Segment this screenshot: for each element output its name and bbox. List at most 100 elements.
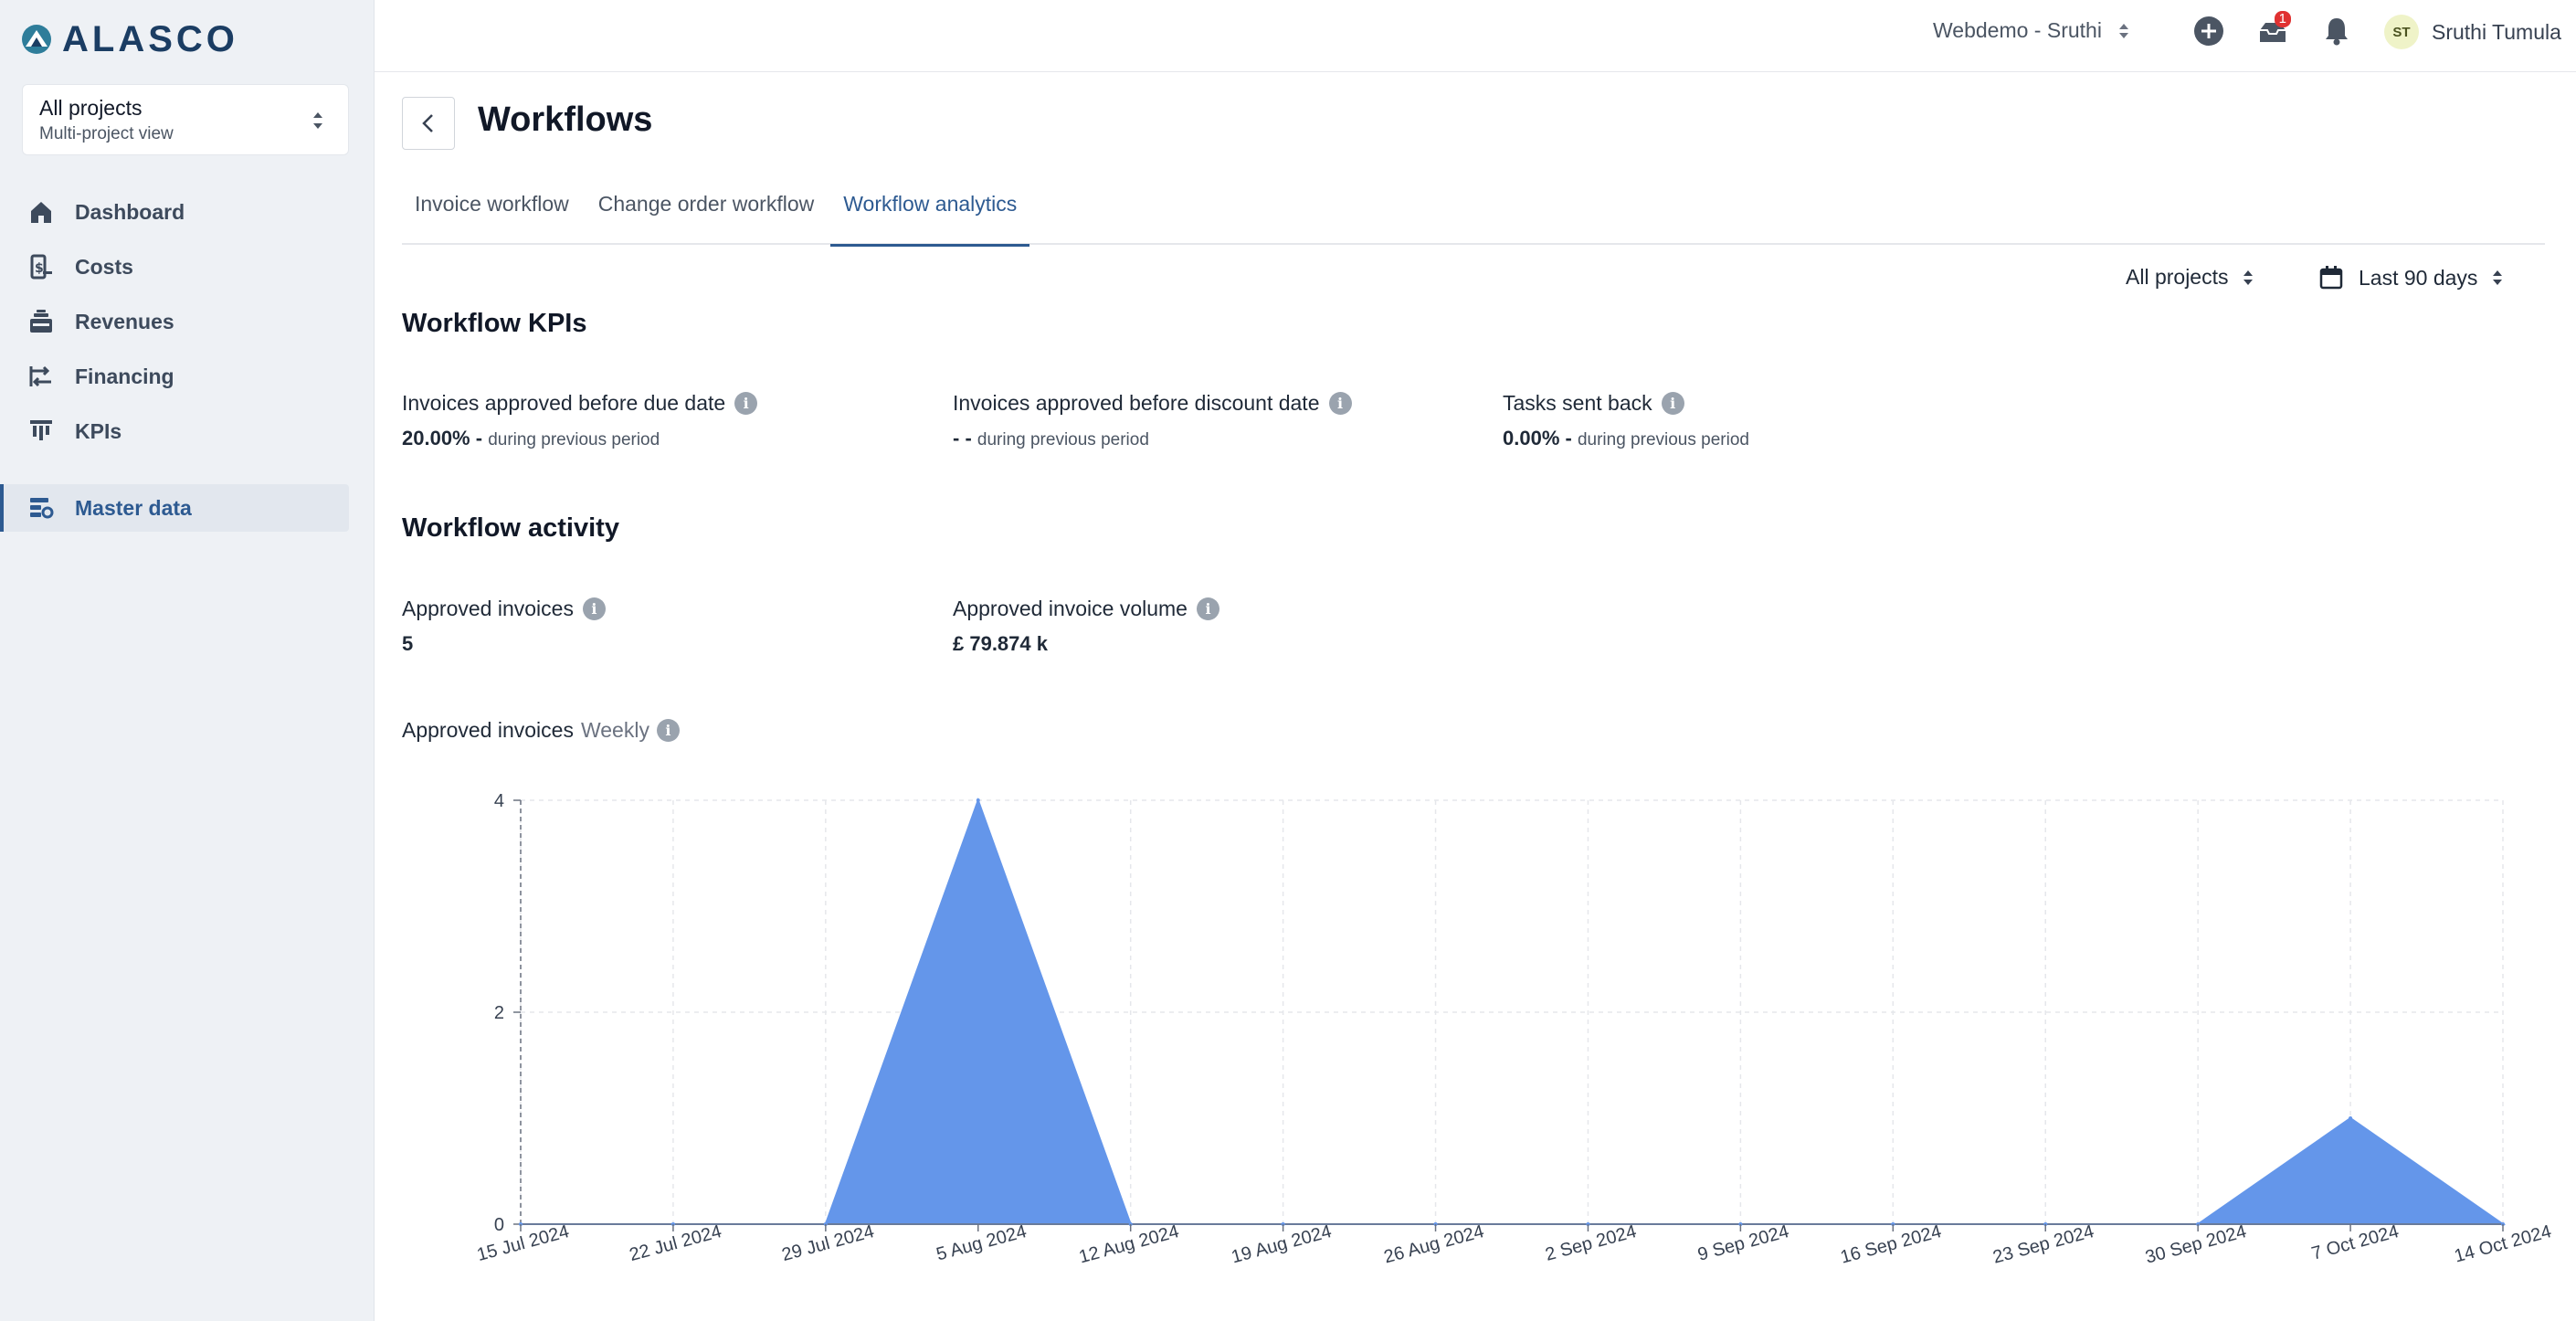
period-filter-value: Last 90 days xyxy=(2359,265,2478,290)
top-bar: Webdemo - Sruthi 1 ST Sruthi Tumula xyxy=(375,0,2576,72)
kpi-value: 20.00% xyxy=(402,427,470,449)
sort-caret-icon xyxy=(313,112,322,129)
user-name: Sruthi Tumula xyxy=(2432,19,2561,44)
activity-value: 5 xyxy=(402,632,414,655)
revenues-icon xyxy=(30,310,52,333)
kpi-approved-before-discount-date: Invoices approved before discount date i … xyxy=(953,391,1352,450)
sort-caret-icon xyxy=(2118,23,2128,38)
nav-item-label: Financing xyxy=(75,364,174,388)
nav-item-label: Costs xyxy=(75,254,133,279)
info-icon[interactable]: i xyxy=(1661,392,1684,415)
x-tick-label: 12 Aug 2024 xyxy=(1077,1221,1181,1267)
activity-approved-invoices: Approved invoices i 5 xyxy=(402,597,606,656)
kpi-label: Invoices approved before discount date xyxy=(953,391,1320,415)
sidebar: ALASCO All projects Multi-project view D… xyxy=(0,0,375,1321)
kpis-icon xyxy=(30,420,52,440)
brand-logo[interactable]: ALASCO xyxy=(20,18,238,60)
chart-granularity[interactable]: Weekly xyxy=(581,718,649,743)
kpi-separator: - xyxy=(470,427,489,449)
activity-label: Approved invoice volume xyxy=(953,597,1188,620)
main-nav: Dashboard $ Costs Revenues Financing KPI… xyxy=(0,188,375,539)
calendar-icon xyxy=(2319,266,2343,290)
nav-item-financing[interactable]: Financing xyxy=(0,353,349,400)
costs-icon: $ xyxy=(30,254,52,280)
workspace-name: Webdemo - Sruthi xyxy=(1933,18,2102,42)
nav-item-costs[interactable]: $ Costs xyxy=(0,243,349,291)
workspace-switcher[interactable]: Webdemo - Sruthi xyxy=(1933,18,2129,43)
nav-item-label: Dashboard xyxy=(75,199,185,224)
nav-item-master-data[interactable]: Master data xyxy=(0,484,349,532)
kpi-value: 0.00% xyxy=(1503,427,1560,449)
master-data-icon xyxy=(30,498,54,519)
kpi-approved-before-due-date: Invoices approved before due date i 20.00… xyxy=(402,391,758,450)
svg-text:$: $ xyxy=(35,261,44,276)
data-point xyxy=(976,798,980,802)
sort-caret-icon xyxy=(2493,270,2503,285)
nav-item-dashboard[interactable]: Dashboard xyxy=(0,188,349,236)
project-selector[interactable]: All projects Multi-project view xyxy=(22,84,349,155)
nav-item-label: Master data xyxy=(75,495,192,520)
nav-item-kpis[interactable]: KPIs xyxy=(0,407,349,455)
projects-filter[interactable]: All projects xyxy=(2126,265,2254,290)
tab-workflow-analytics[interactable]: Workflow analytics xyxy=(830,177,1030,247)
kpi-comparison: during previous period xyxy=(1577,430,1749,449)
kpi-separator: - xyxy=(1559,427,1578,449)
bell-icon xyxy=(2326,18,2348,46)
kpi-comparison: during previous period xyxy=(488,430,660,449)
info-icon[interactable]: i xyxy=(582,597,606,620)
x-tick-label: 16 Sep 2024 xyxy=(1838,1221,1943,1268)
tab-invoice-workflow[interactable]: Invoice workflow xyxy=(402,177,582,245)
chart-title-text: Approved invoices xyxy=(402,718,574,742)
info-icon[interactable]: i xyxy=(1328,392,1352,415)
back-button[interactable] xyxy=(402,97,455,150)
x-tick-label: 30 Sep 2024 xyxy=(2143,1221,2248,1268)
x-tick-label: 23 Sep 2024 xyxy=(1990,1221,2096,1268)
activity-value: £ 79.874 k xyxy=(953,632,1048,655)
x-tick-label: 26 Aug 2024 xyxy=(1382,1221,1486,1267)
home-icon xyxy=(31,202,51,223)
nav-item-label: Revenues xyxy=(75,309,174,333)
x-tick-label: 5 Aug 2024 xyxy=(934,1221,1029,1264)
x-tick-label: 2 Sep 2024 xyxy=(1543,1221,1639,1265)
chevron-left-icon xyxy=(422,114,433,132)
kpi-value: - - xyxy=(953,427,972,449)
kpi-label: Invoices approved before due date xyxy=(402,391,726,415)
plus-circle-icon xyxy=(2194,16,2223,46)
add-button[interactable] xyxy=(2191,13,2227,49)
period-filter[interactable]: Last 90 days xyxy=(2318,265,2503,291)
alasco-logo-icon xyxy=(22,25,51,54)
kpi-comparison: during previous period xyxy=(977,430,1149,449)
page-title: Workflows xyxy=(478,100,653,139)
x-tick-label: 19 Aug 2024 xyxy=(1230,1221,1334,1267)
chart-title: Approved invoices Weekly i xyxy=(402,718,680,743)
avatar: ST xyxy=(2384,15,2419,49)
tab-change-order-workflow[interactable]: Change order workflow xyxy=(586,177,828,245)
kpi-label: Tasks sent back xyxy=(1503,391,1652,415)
approved-invoices-chart: 0 2 4 15 Jul 2024 22 Jul 2024 29 Jul 2024 5 Au… xyxy=(475,791,2554,1268)
project-selector-subtitle: Multi-project view xyxy=(39,124,174,143)
notifications-button[interactable] xyxy=(2318,13,2355,49)
kpi-tasks-sent-back: Tasks sent back i 0.00% - during previous… xyxy=(1503,391,1749,450)
activity-approved-invoice-volume: Approved invoice volume i £ 79.874 k xyxy=(953,597,1219,656)
y-tick-label: 4 xyxy=(494,791,504,811)
info-icon[interactable]: i xyxy=(656,719,680,742)
nav-item-revenues[interactable]: Revenues xyxy=(0,298,349,345)
inbox-button[interactable]: 1 xyxy=(2254,11,2291,49)
nav-item-label: KPIs xyxy=(75,418,122,443)
info-icon[interactable]: i xyxy=(1196,597,1219,620)
data-point xyxy=(2349,1116,2353,1120)
workflow-activity-title: Workflow activity xyxy=(402,513,619,543)
financing-icon xyxy=(29,365,51,387)
workflow-kpis-title: Workflow KPIs xyxy=(402,309,587,338)
user-menu[interactable]: ST Sruthi Tumula xyxy=(2384,15,2561,49)
y-tick-label: 2 xyxy=(494,1003,504,1023)
sort-caret-icon xyxy=(2243,269,2254,285)
activity-label: Approved invoices xyxy=(402,597,574,620)
nav-divider xyxy=(0,462,375,484)
x-tick-label: 7 Oct 2024 xyxy=(2309,1221,2401,1264)
brand-name: ALASCO xyxy=(62,18,238,59)
x-tick-label: 9 Sep 2024 xyxy=(1695,1221,1791,1265)
info-icon[interactable]: i xyxy=(734,392,758,415)
y-tick-label: 0 xyxy=(494,1215,504,1235)
projects-filter-value: All projects xyxy=(2126,265,2229,289)
